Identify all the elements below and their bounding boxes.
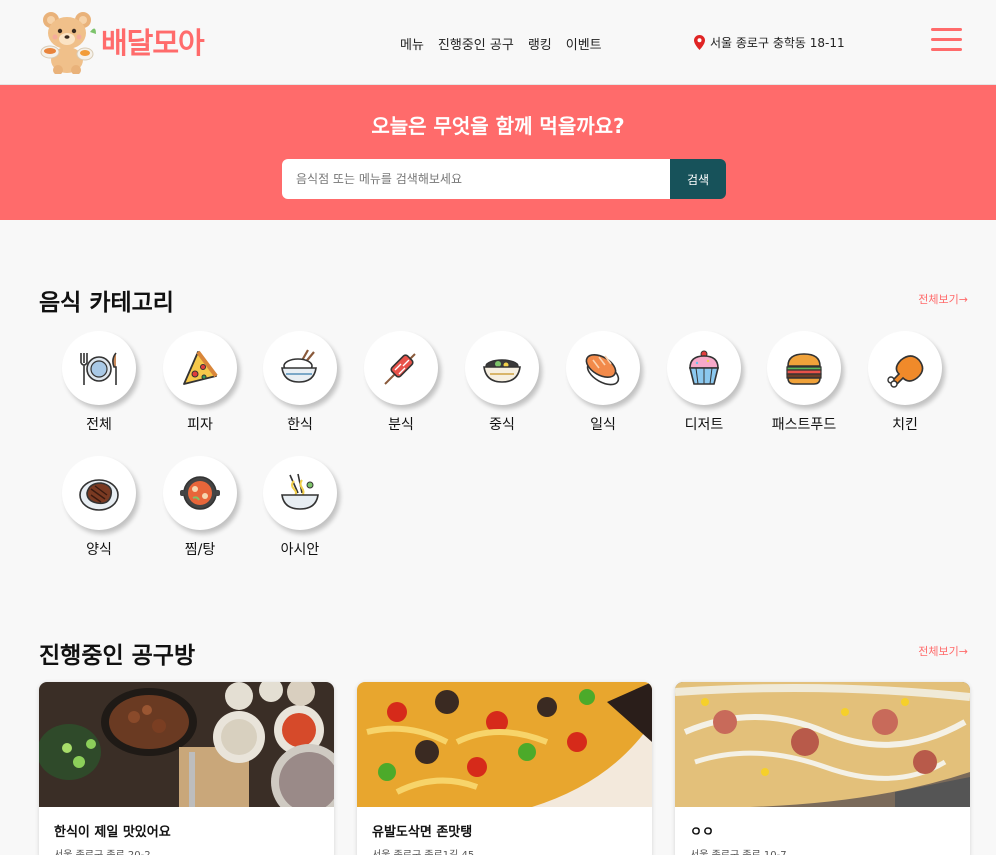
category-icon-circle [364, 331, 438, 405]
category-label: 디저트 [684, 417, 724, 433]
category-icon-circle [62, 456, 136, 530]
category-icon-circle [263, 456, 337, 530]
category-korean[interactable]: 한식 [255, 331, 345, 434]
category-icon-circle [667, 331, 741, 405]
utensils-icon [80, 352, 117, 385]
category-label: 전체 [86, 417, 112, 433]
group-card[interactable]: 유발도삭면 존맛탱 서울 종로구 종로1길 45 [357, 682, 652, 855]
nav-ranking[interactable]: 랭킹 [528, 34, 552, 53]
top-header: 배달모아 메뉴 진행중인 공구 랭킹 이벤트 서울 종로구 충학동 18-11 [0, 0, 996, 85]
category-chinese[interactable]: 중식 [457, 331, 547, 434]
rice-bowl-icon [281, 349, 317, 383]
category-label: 치킨 [892, 417, 918, 433]
category-view-all-link[interactable]: 전체보기→ [918, 291, 968, 307]
current-location[interactable]: 서울 종로구 충학동 18-11 [694, 34, 845, 51]
hero-title: 오늘은 무엇을 함께 먹을까요? [371, 114, 625, 138]
card-address: 서울 종로구 종로 20-2 [54, 846, 151, 855]
card-address: 서울 종로구 종로 10-7 [690, 846, 787, 855]
noodle-dish-photo [357, 682, 652, 807]
group-section-title: 진행중인 공구방 [39, 643, 196, 669]
category-label: 피자 [187, 417, 213, 433]
group-card[interactable]: ㅇㅇ 서울 종로구 종로 10-7 [675, 682, 970, 855]
steak-icon [79, 479, 119, 511]
card-title: ㅇㅇ [690, 825, 714, 840]
pizza-photo [675, 682, 970, 807]
asian-noodle-icon [281, 473, 319, 510]
pizza-icon [183, 350, 218, 385]
category-western[interactable]: 양식 [54, 456, 144, 559]
category-icon-circle [566, 331, 640, 405]
map-pin-icon [694, 35, 705, 50]
category-asian[interactable]: 아시안 [255, 456, 345, 559]
category-icon-circle [62, 331, 136, 405]
category-all[interactable]: 전체 [54, 331, 144, 434]
skewer-icon [384, 353, 416, 385]
category-snack[interactable]: 분식 [356, 331, 446, 434]
korean-meal-photo [39, 682, 334, 807]
category-label: 분식 [388, 417, 414, 433]
category-dessert[interactable]: 디저트 [659, 331, 749, 434]
category-icon-circle [465, 331, 539, 405]
noodle-bowl-icon [483, 359, 521, 383]
hotpot-icon [180, 476, 220, 510]
chicken-leg-icon [887, 355, 924, 388]
nav-menu[interactable]: 메뉴 [400, 34, 424, 53]
nav-active-groups[interactable]: 진행중인 공구 [438, 34, 514, 53]
category-chicken[interactable]: 치킨 [860, 331, 950, 434]
category-stew[interactable]: 찜/탕 [155, 456, 245, 559]
category-pizza[interactable]: 피자 [155, 331, 245, 434]
category-label: 일식 [590, 417, 616, 433]
card-address: 서울 종로구 종로1길 45 [372, 846, 474, 855]
main-nav: 메뉴 진행중인 공구 랭킹 이벤트 [400, 34, 602, 53]
category-section-title: 음식 카테고리 [39, 290, 174, 316]
search-button[interactable]: 검색 [670, 159, 726, 199]
cupcake-icon [688, 350, 720, 385]
brand-name: 배달모아 [101, 26, 205, 60]
category-label: 찜/탕 [184, 542, 216, 558]
category-label: 양식 [86, 542, 112, 558]
category-icon-circle [868, 331, 942, 405]
group-card[interactable]: 한식이 제일 맛있어요 서울 종로구 종로 20-2 [39, 682, 334, 855]
category-icon-circle [263, 331, 337, 405]
bear-mascot-icon [40, 12, 96, 74]
group-view-all-link[interactable]: 전체보기→ [918, 643, 968, 659]
search-bar: 검색 [282, 159, 726, 199]
category-label: 패스트푸드 [771, 417, 837, 433]
category-label: 아시안 [280, 542, 320, 558]
category-icon-circle [767, 331, 841, 405]
category-icon-circle [163, 456, 237, 530]
hero-banner: 오늘은 무엇을 함께 먹을까요? 검색 [0, 85, 996, 220]
burger-icon [786, 353, 822, 385]
card-title: 한식이 제일 맛있어요 [54, 825, 171, 840]
card-title: 유발도삭면 존맛탱 [372, 825, 473, 840]
hamburger-menu-icon[interactable] [931, 28, 962, 53]
nav-events[interactable]: 이벤트 [566, 34, 602, 53]
location-text: 서울 종로구 충학동 18-11 [710, 36, 845, 50]
brand-logo[interactable]: 배달모아 [38, 8, 205, 74]
category-label: 한식 [287, 417, 313, 433]
sushi-icon [585, 354, 620, 386]
category-icon-circle [163, 331, 237, 405]
category-japanese[interactable]: 일식 [558, 331, 648, 434]
category-label: 중식 [489, 417, 515, 433]
search-input[interactable] [282, 159, 670, 199]
category-fastfood[interactable]: 패스트푸드 [759, 331, 849, 434]
